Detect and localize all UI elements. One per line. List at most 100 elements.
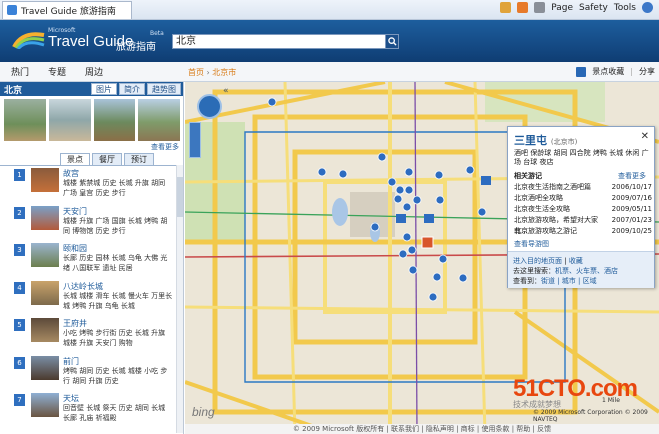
watermark: 51CTO.com 技术成就梦想 (513, 375, 653, 410)
list-item[interactable]: 1 故宫 城楼 紫禁城 历史 长城 升旗 胡同 广场 皇宫 历史 步行 (0, 166, 183, 204)
tab-sights[interactable]: 景点 (60, 153, 90, 165)
map-zoom-control[interactable] (189, 122, 201, 158)
row-title[interactable]: 北京夜生活全攻略 (514, 204, 570, 215)
table-row[interactable]: 北京夜生活全攻略 2009/05/11 (514, 204, 652, 215)
list-item-name[interactable]: 故宫 (63, 168, 173, 178)
search-input[interactable]: 北京 (172, 34, 398, 49)
home-button[interactable] (500, 2, 512, 13)
row-title[interactable]: 北京旅游攻略，希望对大家有... (514, 215, 612, 235)
popup-more-link[interactable]: 查看更多 (618, 171, 646, 181)
safety-menu[interactable]: Safety (579, 3, 608, 13)
guide-map-link[interactable]: 查看导游图 (514, 239, 549, 249)
favorites-link[interactable]: 景点收藏 (592, 66, 624, 77)
browser-toolbar: Travel Guide 旅游指南 Page Safety Tools (0, 0, 659, 20)
list-item-name[interactable]: 颐和园 (63, 243, 173, 253)
breadcrumb-home[interactable]: 首页 (188, 68, 204, 77)
list-item-name[interactable]: 天安门 (63, 206, 173, 216)
page-menu[interactable]: Page (551, 3, 573, 13)
tab-photos[interactable]: 图片 (91, 83, 117, 95)
beta-badge: Beta (150, 30, 164, 37)
page-favicon-icon (7, 5, 17, 15)
close-icon[interactable]: ✕ (641, 131, 649, 142)
list-item-thumbnail (31, 393, 59, 417)
table-row[interactable]: 北京夜生活指南之酒吧篇 2006/10/17 (514, 182, 652, 193)
search-button[interactable] (385, 34, 399, 49)
site-header: Microsoft Travel Guide 旅游指南 Beta 北京 (0, 20, 659, 62)
list-item[interactable]: 2 天安门 城楼 升旗 广场 国旗 长城 烤鸭 胡同 博物馆 历史 步行 (0, 204, 183, 242)
list-item-thumbnail (31, 168, 59, 192)
collapse-panel-icon[interactable]: « (223, 86, 229, 96)
list-item-tags: 城楼 紫禁城 历史 长城 升旗 胡同 广场 皇宫 历史 步行 (63, 179, 166, 197)
nav-hot[interactable]: 热门 (11, 65, 29, 78)
tab-intro[interactable]: 简介 (119, 83, 145, 95)
list-item-tags: 长廊 历史 园林 长城 乌龟 大佛 光绪 八国联军 遗址 民居 (63, 254, 168, 272)
table-row[interactable]: 北京酒吧全攻略 2009/07/16 (514, 193, 652, 204)
list-item-tags: 长城 城楼 滑车 长城 慢火车 万里长城 烤鸭 升旗 乌龟 长城 (63, 291, 173, 310)
row-date: 2009/05/11 (611, 205, 652, 213)
tab-booking[interactable]: 预订 (124, 153, 154, 165)
print-button[interactable] (534, 2, 546, 13)
list-item-tags: 回音壁 长城 祭天 历史 胡同 长城 长廊 孔庙 祈福殿 (63, 404, 166, 422)
list-item[interactable]: 5 王府井 小吃 烤鸭 步行街 历史 长城 升旗 城楼 升旗 天安门 购物 (0, 316, 183, 354)
row-date: 2007/01/23 (611, 216, 652, 224)
city-photo[interactable] (93, 99, 136, 141)
row-date: 2009/07/16 (611, 194, 652, 202)
list-item-number: 7 (14, 394, 25, 406)
list-item[interactable]: 7 天坛 回音壁 长城 祭天 历史 胡同 长城 长廊 孔庙 祈福殿 (0, 391, 183, 429)
map-copyright: © 2009 Microsoft Corporation © 2009 NAVT… (533, 409, 648, 423)
list-item[interactable]: 4 八达岭长城 长城 城楼 滑车 长城 慢火车 万里长城 烤鸭 升旗 乌龟 长城 (0, 279, 183, 317)
more-photos-link[interactable]: 查看更多 (0, 142, 183, 151)
nav-nearby[interactable]: 周边 (85, 65, 103, 78)
feeds-button[interactable] (517, 2, 529, 13)
browser-tab-title: Travel Guide 旅游指南 (21, 6, 116, 17)
search-here-links[interactable]: 机票、火车票、酒店 (555, 267, 618, 275)
row-title[interactable]: 北京夜生活指南之酒吧篇 (514, 182, 591, 193)
list-item-number: 1 (14, 169, 25, 181)
tab-trend[interactable]: 趋势图 (147, 83, 181, 95)
popup-subtitle: (北京市) (550, 138, 578, 146)
city-photo[interactable] (138, 99, 180, 141)
logo-title-cn: 旅游指南 (116, 42, 156, 53)
city-photo[interactable] (4, 99, 46, 141)
list-item[interactable]: 6 前门 烤鸭 胡同 历史 长城 城楼 小吃 步行 胡同 升旗 历史 (0, 354, 183, 392)
help-button[interactable] (642, 2, 653, 13)
city-header: 北京 图片 简介 趋势图 (0, 82, 183, 96)
list-item-name[interactable]: 八达岭长城 (63, 281, 173, 291)
table-row[interactable]: 北京旅游攻略，希望对大家有... 2007/01/23 (514, 215, 652, 235)
city-photos (0, 96, 183, 142)
view-links[interactable]: 街道 | 城市 | 区域 (541, 277, 597, 285)
popup-title[interactable]: 三里屯 (514, 134, 547, 147)
tab-restaurants[interactable]: 餐厅 (92, 153, 122, 165)
search-icon (387, 37, 397, 46)
destination-link[interactable]: 进入目的地页面 (513, 257, 562, 265)
help-icon (642, 2, 653, 13)
table-row[interactable]: 北京旅游攻略之游记 2009/10/25 (514, 226, 652, 237)
list-item-thumbnail (31, 280, 59, 305)
list-item[interactable]: 3 颐和园 长廊 历史 园林 长城 乌龟 大佛 光绪 八国联军 遗址 民居 (0, 241, 183, 279)
city-photo[interactable] (48, 99, 91, 141)
list-item-name[interactable]: 天坛 (63, 393, 173, 403)
list-scrollbar[interactable] (176, 165, 183, 433)
popup-footer: 进入目的地页面 | 收藏 去这里搜索：机票、火车票、酒店 查看到：街道 | 城市… (508, 251, 654, 288)
left-panel: 北京 图片 简介 趋势图 查看更多 景点 餐厅 预订 1 故宫 城楼 紫禁城 历史… (0, 82, 184, 434)
scrollbar-thumb[interactable] (177, 177, 183, 217)
favorite-link[interactable]: 收藏 (569, 257, 583, 265)
list-item-name[interactable]: 王府井 (63, 318, 173, 328)
city-name: 北京 (4, 85, 23, 96)
nav-topics[interactable]: 专题 (48, 65, 66, 78)
list-item-number: 6 (14, 356, 25, 369)
popup-tags: 酒吧 保龄球 胡同 四合院 烤鸭 长城 休闲 广场 台球 夜店 (514, 149, 649, 166)
share-link[interactable]: 分享 (639, 66, 655, 77)
nav-actions: 景点收藏 | 分享 (576, 66, 655, 77)
map-pan-control[interactable] (197, 94, 222, 119)
favorite-icon (576, 66, 587, 77)
breadcrumb-city[interactable]: 北京市 (212, 68, 236, 77)
sight-list: 1 故宫 城楼 紫禁城 历史 长城 升旗 胡同 广场 皇宫 历史 步行 2 天安门… (0, 166, 183, 429)
browser-tab[interactable]: Travel Guide 旅游指南 (2, 0, 132, 19)
list-item-name[interactable]: 前门 (63, 356, 173, 366)
row-title[interactable]: 北京酒吧全攻略 (514, 193, 563, 204)
home-icon (500, 2, 512, 13)
tools-menu[interactable]: Tools (614, 3, 636, 13)
row-date: 2006/10/17 (611, 183, 652, 191)
row-title[interactable]: 北京旅游攻略之游记 (514, 226, 577, 237)
